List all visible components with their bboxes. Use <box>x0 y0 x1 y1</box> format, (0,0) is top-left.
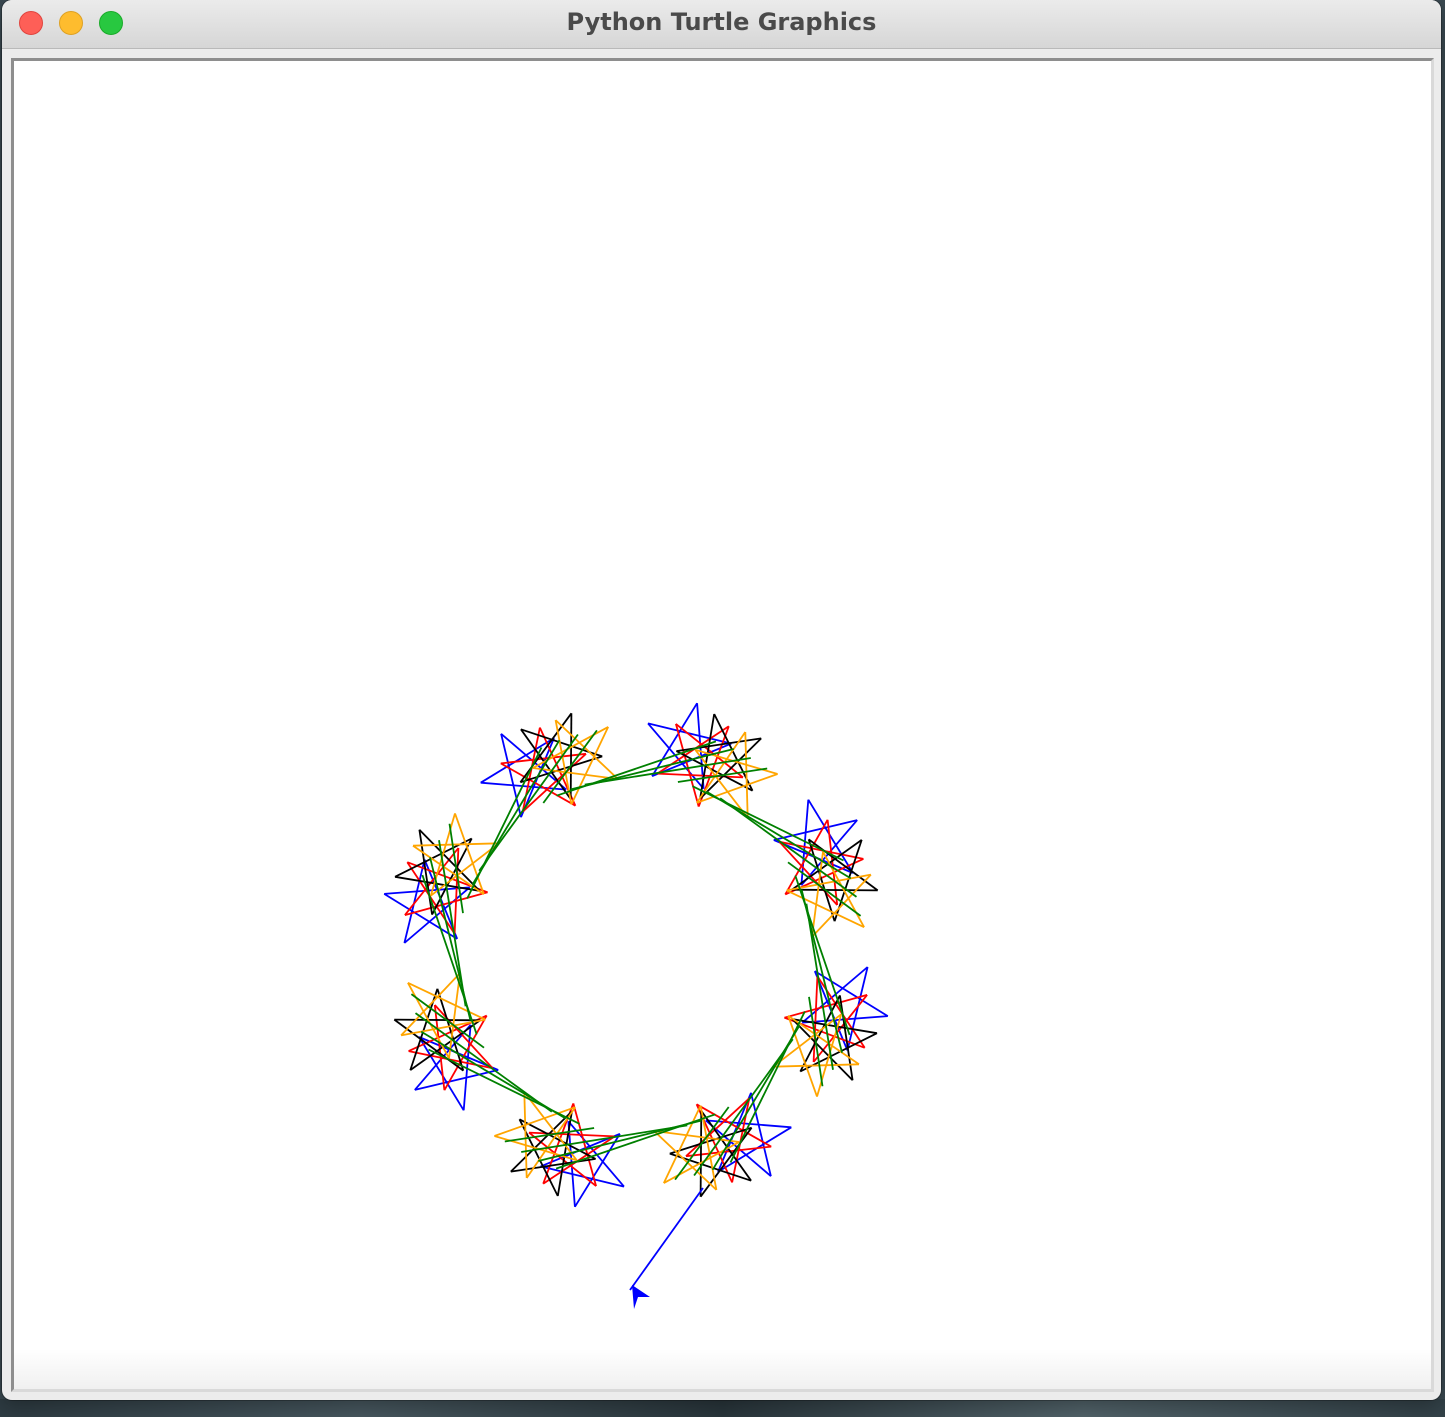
star-3-3-segment <box>773 1063 860 1068</box>
turtle-window: Python Turtle Graphics <box>2 0 1441 1400</box>
star-0-2-segment <box>569 713 573 800</box>
star-6-0-segment <box>414 1069 499 1091</box>
green-connector <box>414 1012 553 1113</box>
star-7-3-segment <box>429 813 456 896</box>
turtle-canvas-frame[interactable] <box>11 58 1434 1392</box>
star-4-2-segment <box>699 1110 703 1197</box>
green-connector <box>478 733 579 872</box>
star-7-3-segment <box>412 842 499 847</box>
green-connector <box>719 797 858 898</box>
star-1-0-segment <box>651 702 698 777</box>
window-title: Python Turtle Graphics <box>566 8 877 36</box>
star-6-2-segment <box>394 1018 481 1022</box>
star-4-0-segment <box>750 1092 772 1177</box>
star-3-3-segment <box>816 1014 843 1097</box>
title-bar[interactable]: Python Turtle Graphics <box>2 0 1441 49</box>
turtle-arrow-icon <box>632 1285 650 1309</box>
turtle-canvas[interactable] <box>14 61 1431 1389</box>
star-1-3-segment <box>744 731 749 818</box>
star-5-0-segment <box>574 1133 621 1208</box>
star-3-0-segment <box>814 970 889 1017</box>
green-connector <box>693 1038 794 1177</box>
star-1-3-segment <box>695 748 778 775</box>
turtle-trail <box>629 1187 704 1291</box>
star-5-3-segment <box>494 1135 577 1162</box>
star-2-0-segment <box>773 819 858 841</box>
star-7-0-segment <box>383 893 458 940</box>
star-0-0-segment <box>500 733 522 818</box>
star-2-2-segment <box>791 888 878 892</box>
star-5-3-segment <box>523 1092 528 1179</box>
desktop-background <box>0 1399 1445 1417</box>
